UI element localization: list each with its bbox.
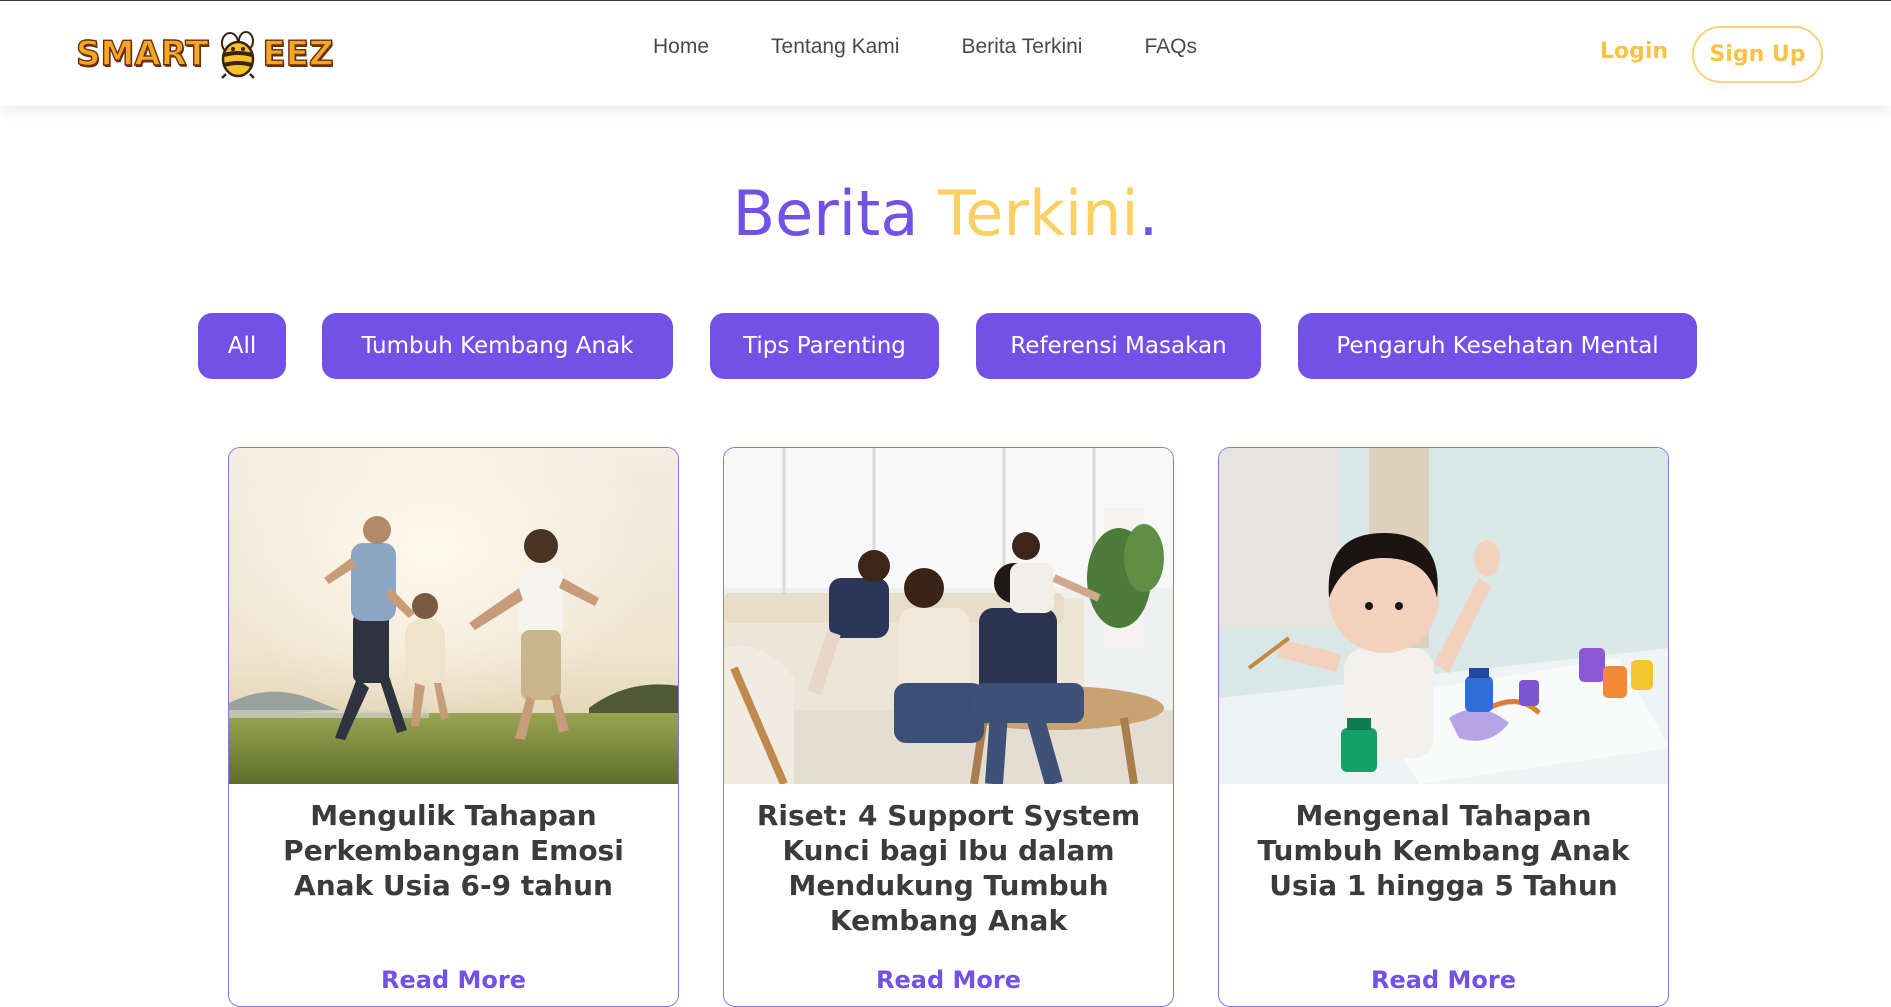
navbar: SMART EEZ Home Tentang Kami Berita Terki… <box>0 1 1891 106</box>
article-image-child-painting[interactable] <box>1219 448 1668 784</box>
signup-button[interactable]: Sign Up <box>1692 26 1823 83</box>
page-title-part2: Terkini <box>938 177 1139 250</box>
article-title[interactable]: Riset: 4 Support System Kunci bagi Ibu d… <box>738 798 1159 938</box>
article-card[interactable]: Mengenal Tahapan Tumbuh Kembang Anak Usi… <box>1218 447 1669 1007</box>
nav-tentang-kami[interactable]: Tentang Kami <box>771 35 899 59</box>
read-more-link[interactable]: Read More <box>1219 966 1668 994</box>
nav-home[interactable]: Home <box>653 35 709 59</box>
logo-text-left: SMART <box>75 33 209 74</box>
brand-logo[interactable]: SMART EEZ <box>75 27 335 81</box>
page-title-part1: Berita <box>732 177 939 250</box>
article-title[interactable]: Mengulik Tahapan Perkembangan Emosi Anak… <box>243 798 664 903</box>
page-title-period: . <box>1138 177 1159 250</box>
login-link[interactable]: Login <box>1600 39 1668 64</box>
article-title[interactable]: Mengenal Tahapan Tumbuh Kembang Anak Usi… <box>1233 798 1654 903</box>
article-image-family-running[interactable] <box>229 448 678 784</box>
article-card[interactable]: Riset: 4 Support System Kunci bagi Ibu d… <box>723 447 1174 1007</box>
page-title: Berita Terkini. <box>0 177 1891 250</box>
nav-faqs[interactable]: FAQs <box>1144 35 1197 59</box>
category-filters: All Tumbuh Kembang Anak Tips Parenting R… <box>0 313 1891 379</box>
filter-pengaruh-kesehatan-mental[interactable]: Pengaruh Kesehatan Mental <box>1298 313 1697 379</box>
filter-tumbuh-kembang-anak[interactable]: Tumbuh Kembang Anak <box>322 313 673 379</box>
main-nav: Home Tentang Kami Berita Terkini FAQs <box>653 35 1259 59</box>
filter-all[interactable]: All <box>198 313 286 379</box>
read-more-link[interactable]: Read More <box>724 966 1173 994</box>
filter-referensi-masakan[interactable]: Referensi Masakan <box>976 313 1261 379</box>
article-image-family-sofa[interactable] <box>724 448 1173 784</box>
filter-tips-parenting[interactable]: Tips Parenting <box>710 313 939 379</box>
article-card[interactable]: Mengulik Tahapan Perkembangan Emosi Anak… <box>228 447 679 1007</box>
logo-text-right: EEZ <box>262 33 335 74</box>
read-more-link[interactable]: Read More <box>229 966 678 994</box>
bee-icon <box>221 31 256 79</box>
nav-berita-terkini[interactable]: Berita Terkini <box>961 35 1082 59</box>
